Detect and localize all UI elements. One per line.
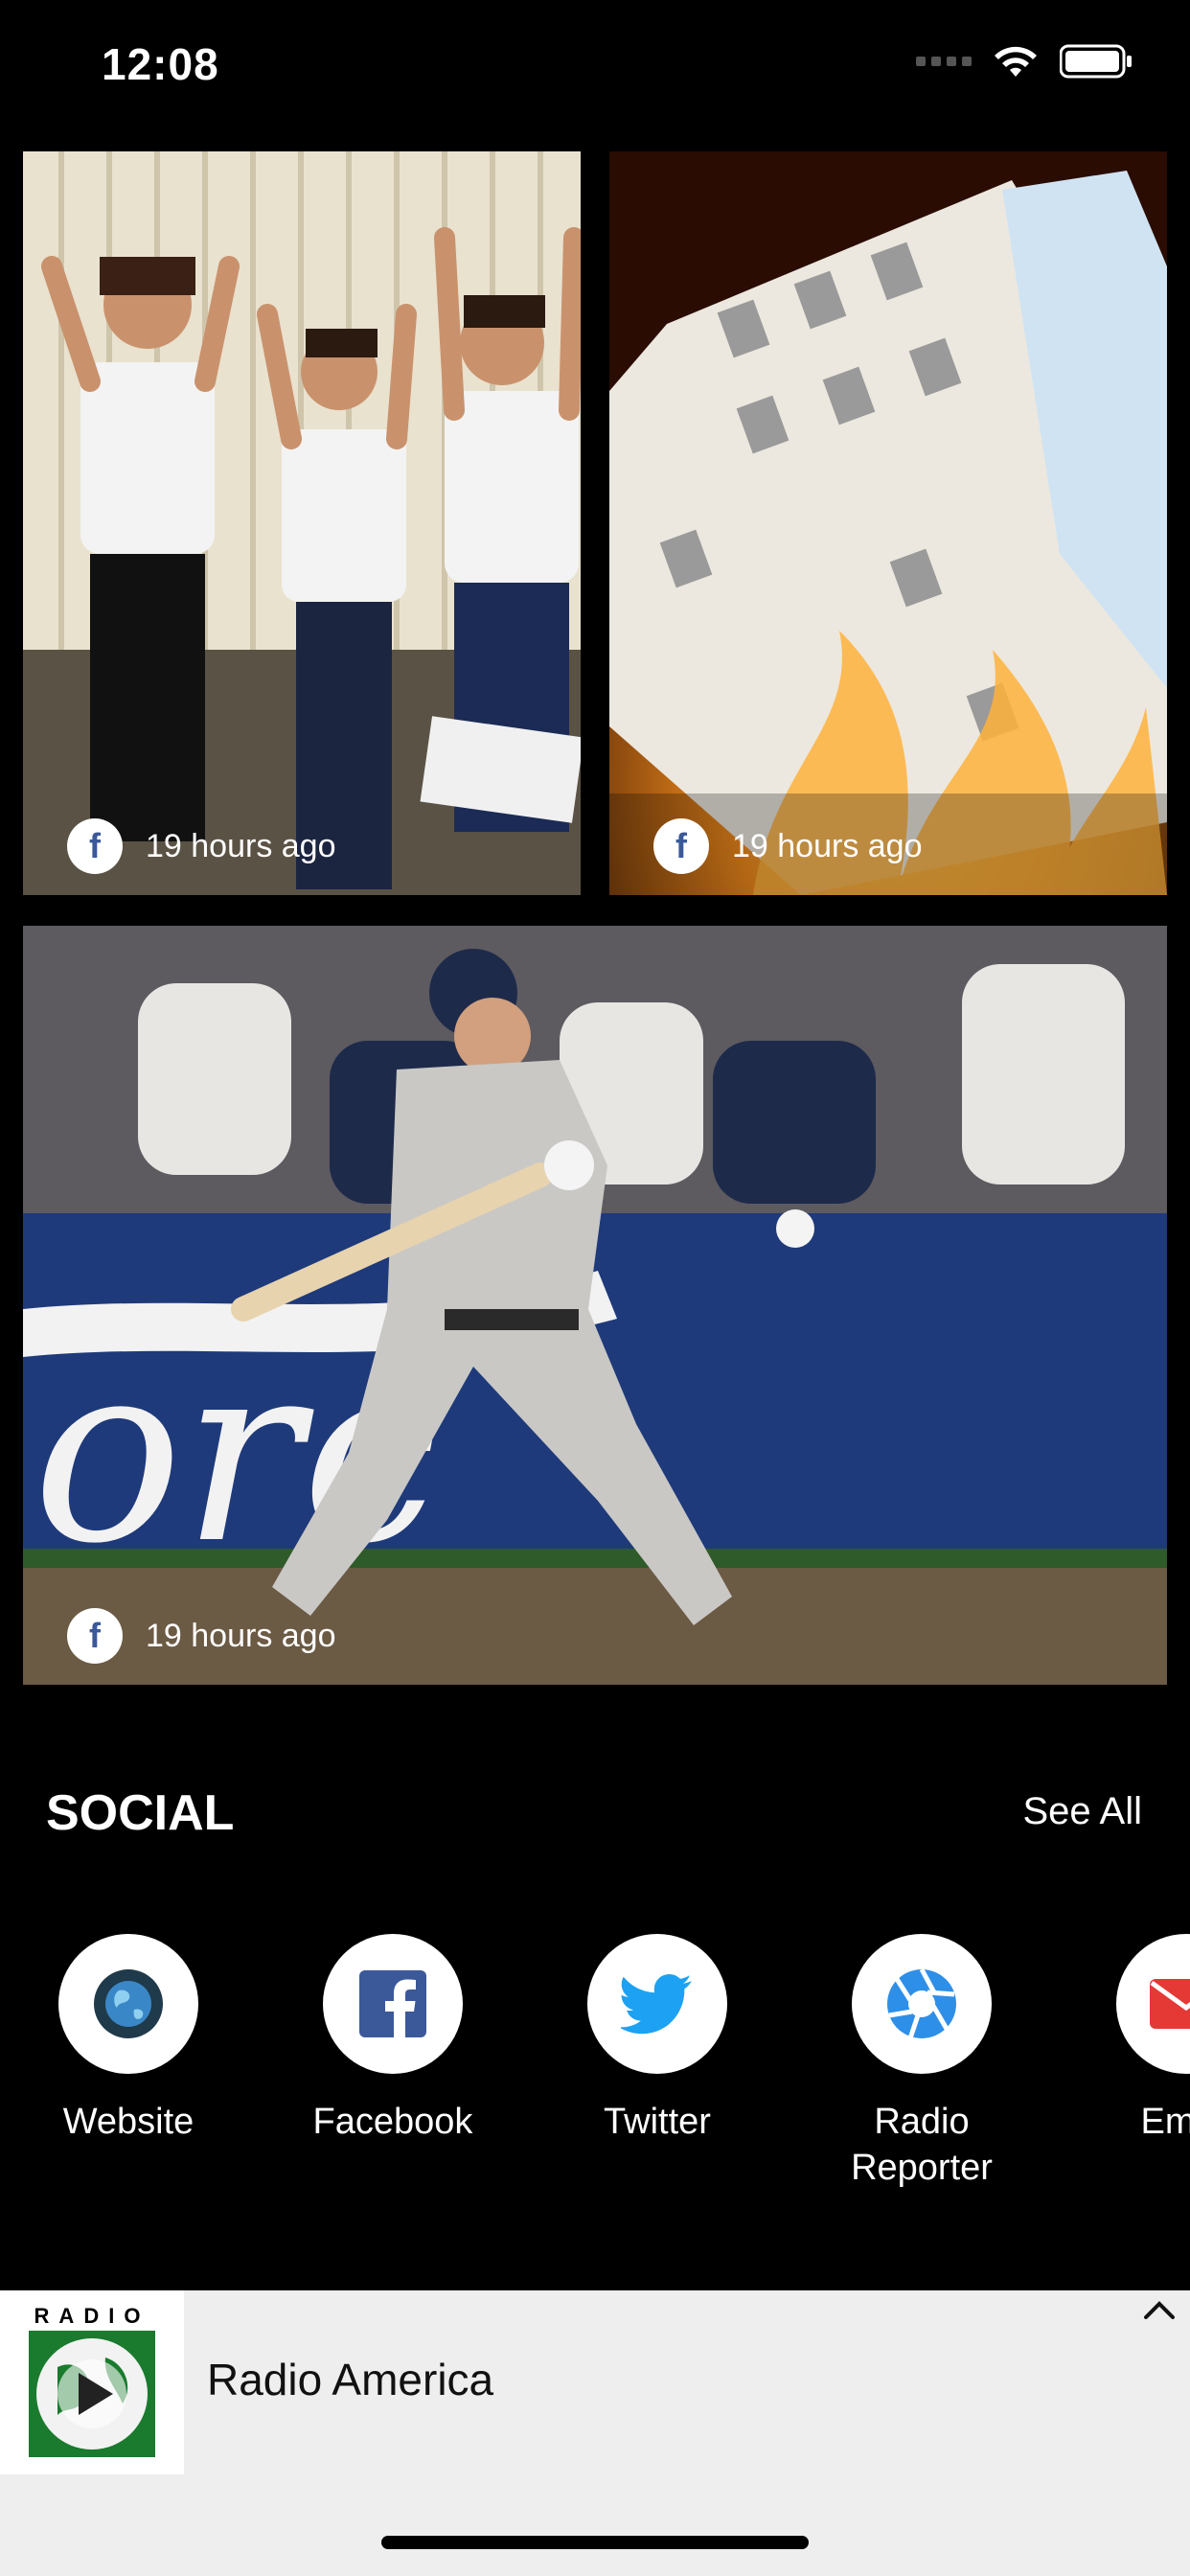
social-label: Facebook [312,2102,473,2142]
see-all-link[interactable]: See All [1022,1790,1142,1833]
social-label: Website [62,2102,195,2142]
wifi-icon [995,46,1037,77]
social-icon-button[interactable] [587,1934,727,2074]
social-item-twitter[interactable]: Twitter [533,1934,782,2145]
post-time: 19 hours ago [732,827,923,864]
status-time: 12:08 [102,39,219,89]
post-time: 19 hours ago [146,1617,336,1654]
facebook-icon: f [67,1608,123,1664]
battery-icon [1060,44,1132,79]
post-photo [609,151,1167,895]
social-links-row[interactable]: Website Facebook Twitter Radio Reporter … [0,1934,1190,2202]
section-title: SOCIAL [46,1785,235,1841]
status-bar: 12:08 [0,0,1190,134]
social-icon-button[interactable] [852,1934,992,2074]
facebook-icon [359,1970,426,2037]
chevron-up-icon[interactable] [1140,2292,1179,2331]
feed-tile[interactable]: f 19 hours ago [23,151,581,895]
post-meta: f 19 hours ago [67,1608,336,1664]
globe-icon [94,1969,163,2038]
radio-america-logo: RADIO [29,2304,155,2457]
social-icon-button[interactable] [58,1934,198,2074]
camera-aperture-icon [887,1967,956,2039]
social-item-facebook[interactable]: Facebook [268,1934,517,2145]
social-label: Email [1140,2102,1190,2142]
status-icons [916,44,1133,79]
twitter-bird-icon [621,1974,692,2035]
feed-tile[interactable]: f 19 hours ago [609,151,1167,895]
station-name: Radio America [207,2355,494,2404]
social-item-website[interactable]: Website [4,1934,253,2145]
post-time: 19 hours ago [146,827,336,864]
cellular-signal-icon [916,57,972,66]
feed-tile[interactable]: orc f 19 hours ago [23,926,1167,1685]
social-item-radio-reporter[interactable]: Radio Reporter [797,1934,1046,2191]
facebook-icon: f [67,818,123,874]
post-photo [23,151,581,895]
facebook-icon: f [653,818,709,874]
post-photo: orc [23,926,1167,1685]
social-label: Radio Reporter [851,2102,993,2188]
social-icon-button[interactable] [1116,1934,1190,2074]
social-item-email[interactable]: Email [1062,1934,1190,2145]
envelope-icon [1150,1979,1190,2029]
home-indicator[interactable] [381,2536,809,2549]
social-label: Twitter [604,2102,711,2142]
mini-player[interactable]: RADIO Radio America [0,2290,1190,2576]
post-meta: f 19 hours ago [653,818,923,874]
post-meta: f 19 hours ago [67,818,336,874]
svg-text:RADIO: RADIO [34,2304,150,2328]
station-logo: RADIO [0,2290,184,2474]
social-icon-button[interactable] [323,1934,463,2074]
